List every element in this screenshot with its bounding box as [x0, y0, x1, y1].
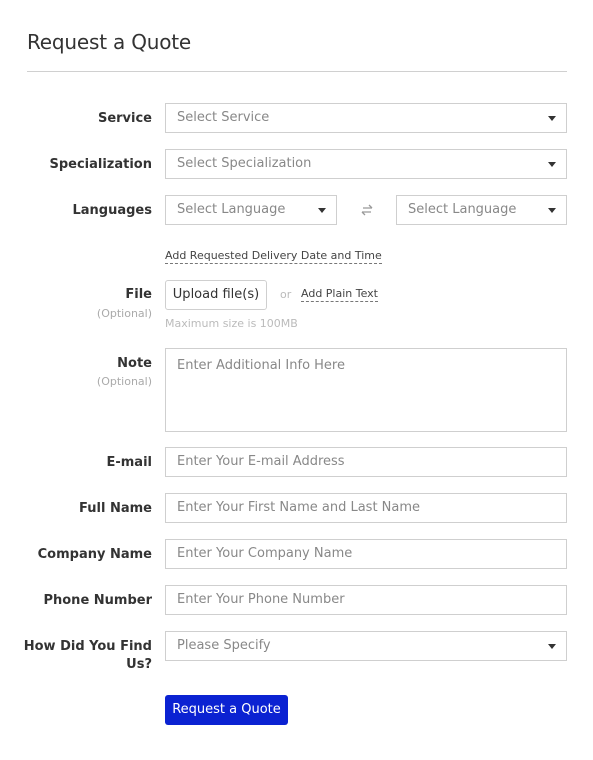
phone-number-label: Phone Number [43, 593, 152, 608]
chevron-down-icon [548, 162, 556, 167]
referral-source-placeholder: Please Specify [177, 638, 271, 653]
add-plain-text-link[interactable]: Add Plain Text [301, 287, 378, 302]
company-name-label: Company Name [37, 547, 152, 562]
service-label: Service [97, 111, 152, 126]
file-size-hint: Maximum size is 100MB [165, 317, 298, 330]
specialization-label: Specialization [49, 157, 152, 172]
referral-source-label: How Did You Find Us? [23, 639, 152, 672]
note-textarea[interactable]: Enter Additional Info Here [165, 348, 567, 432]
specialization-select[interactable]: Select Specialization [165, 149, 567, 179]
page-title: Request a Quote [27, 30, 192, 54]
chevron-down-icon [548, 208, 556, 213]
add-delivery-date-link[interactable]: Add Requested Delivery Date and Time [165, 249, 382, 264]
request-quote-button[interactable]: Request a Quote [165, 695, 288, 725]
file-label: File [125, 287, 152, 302]
full-name-label: Full Name [79, 501, 152, 516]
divider [27, 71, 567, 72]
phone-number-input[interactable]: Enter Your Phone Number [165, 585, 567, 615]
upload-files-button[interactable]: Upload file(s) [165, 280, 267, 310]
target-language-select[interactable]: Select Language [396, 195, 567, 225]
note-optional-label: (Optional) [96, 375, 152, 388]
company-name-input[interactable]: Enter Your Company Name [165, 539, 567, 569]
chevron-down-icon [318, 208, 326, 213]
chevron-down-icon [548, 116, 556, 121]
specialization-placeholder: Select Specialization [177, 156, 312, 171]
or-separator: or [280, 288, 292, 301]
note-label: Note [117, 356, 152, 371]
source-language-select[interactable]: Select Language [165, 195, 337, 225]
languages-label: Languages [72, 203, 152, 218]
email-label: E-mail [106, 455, 152, 470]
swap-arrows-icon[interactable] [358, 202, 376, 218]
full-name-input[interactable]: Enter Your First Name and Last Name [165, 493, 567, 523]
file-optional-label: (Optional) [96, 307, 152, 320]
service-select[interactable]: Select Service [165, 103, 567, 133]
target-language-placeholder: Select Language [408, 202, 517, 217]
source-language-placeholder: Select Language [177, 202, 286, 217]
referral-source-select[interactable]: Please Specify [165, 631, 567, 661]
service-placeholder: Select Service [177, 110, 270, 125]
email-input[interactable]: Enter Your E-mail Address [165, 447, 567, 477]
chevron-down-icon [548, 644, 556, 649]
